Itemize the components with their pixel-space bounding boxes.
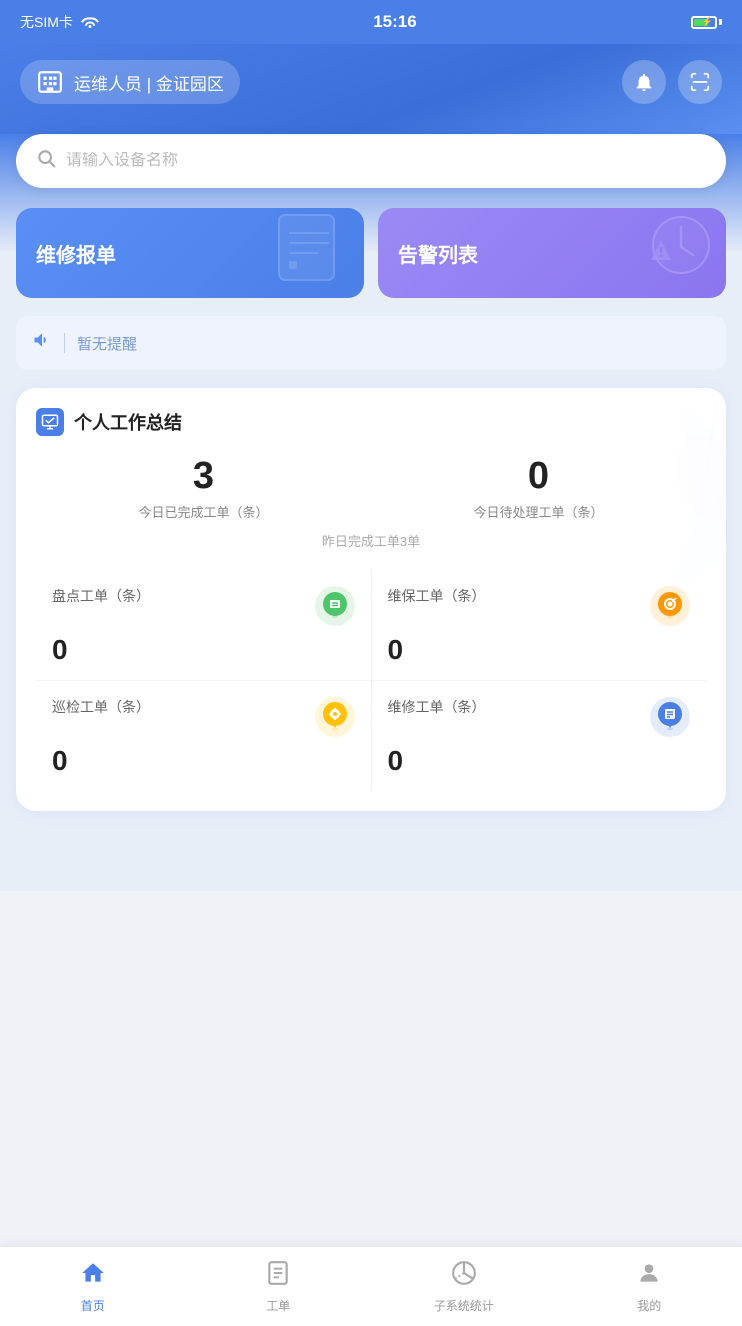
inventory-pin-icon bbox=[315, 586, 355, 626]
repair-illustration bbox=[264, 208, 354, 298]
status-right: ⚡ bbox=[691, 16, 722, 29]
speaker-icon bbox=[32, 330, 52, 356]
inspection-pin-icon bbox=[315, 697, 355, 737]
inventory-label: 盘点工单（条） bbox=[52, 586, 150, 606]
status-time: 15:16 bbox=[373, 12, 416, 32]
monitor-icon bbox=[36, 408, 64, 436]
search-icon bbox=[36, 148, 56, 174]
nav-subsystem[interactable]: 子系统统计 bbox=[371, 1247, 557, 1326]
inspection-count: 0 bbox=[52, 745, 355, 777]
notification-bar: 暂无提醒 bbox=[16, 316, 726, 370]
role-badge: 运维人员 | 金证园区 bbox=[20, 60, 240, 104]
maintenance-header: 维保工单（条） bbox=[388, 586, 691, 626]
inventory-order-item: 盘点工单（条） 0 bbox=[36, 570, 371, 680]
status-left: 无SIM卡 bbox=[20, 12, 99, 32]
building-icon bbox=[36, 68, 64, 96]
main-content: 维修报单 告警列表 bbox=[0, 134, 742, 891]
maintenance-order-item: 维保工单（条） 0 bbox=[372, 570, 707, 680]
nav-subsystem-label: 子系统统计 bbox=[434, 1297, 494, 1314]
nav-mine-label: 我的 bbox=[637, 1297, 661, 1314]
nav-workorder[interactable]: 工单 bbox=[186, 1247, 372, 1326]
battery-icon: ⚡ bbox=[691, 16, 722, 29]
maintenance-label: 维保工单（条） bbox=[388, 586, 486, 606]
completed-today-label: 今日已完成工单（条） bbox=[138, 502, 268, 521]
app-header: 运维人员 | 金证园区 bbox=[0, 44, 742, 134]
inspection-order-item: 巡检工单（条） bbox=[36, 681, 371, 791]
chart-icon bbox=[451, 1260, 477, 1293]
stats-row: 3 今日已完成工单（条） 0 今日待处理工单（条） bbox=[36, 456, 706, 521]
battery-bolt-icon: ⚡ bbox=[702, 17, 713, 28]
search-input[interactable] bbox=[66, 152, 706, 170]
workorder-icon bbox=[265, 1260, 291, 1293]
alert-illustration bbox=[626, 208, 716, 298]
notif-text: 暂无提醒 bbox=[77, 333, 137, 354]
work-summary-title: 个人工作总结 bbox=[74, 409, 182, 435]
repair-order-label: 维修报单 bbox=[36, 239, 116, 268]
card-title: 个人工作总结 bbox=[36, 408, 706, 436]
notification-button[interactable] bbox=[622, 60, 666, 104]
nav-home-label: 首页 bbox=[81, 1297, 105, 1314]
maintenance-count: 0 bbox=[388, 634, 691, 666]
inspection-label: 巡检工单（条） bbox=[52, 697, 150, 717]
carrier-label: 无SIM卡 bbox=[20, 12, 73, 32]
inspection-header: 巡检工单（条） bbox=[52, 697, 355, 737]
completed-today-number: 3 bbox=[138, 456, 268, 498]
home-icon bbox=[80, 1260, 106, 1293]
nav-mine[interactable]: 我的 bbox=[557, 1247, 742, 1326]
maintenance-pin-icon bbox=[650, 586, 690, 626]
pending-today-stat: 0 今日待处理工单（条） bbox=[473, 456, 603, 521]
inventory-header: 盘点工单（条） bbox=[52, 586, 355, 626]
repair-order-card[interactable]: 维修报单 bbox=[16, 208, 364, 298]
alert-list-card[interactable]: 告警列表 bbox=[378, 208, 726, 298]
work-summary-card: 个人工作总结 3 今日已完成工单（条） 0 今日待处理工单（条） 昨日完成工单3… bbox=[16, 388, 726, 811]
repair-label: 维修工单（条） bbox=[388, 697, 486, 717]
yesterday-note: 昨日完成工单3单 bbox=[36, 531, 706, 550]
repair-pin-icon bbox=[650, 697, 690, 737]
person-icon bbox=[636, 1260, 662, 1293]
quick-actions: 维修报单 告警列表 bbox=[16, 208, 726, 298]
work-order-grid: 盘点工单（条） 0 bbox=[36, 570, 706, 791]
role-label: 运维人员 | 金证园区 bbox=[74, 70, 224, 95]
nav-home[interactable]: 首页 bbox=[0, 1247, 186, 1326]
pending-today-label: 今日待处理工单（条） bbox=[473, 502, 603, 521]
repair-order-item: 维修工单（条） 0 bbox=[372, 681, 707, 791]
search-bar[interactable] bbox=[16, 134, 726, 188]
alert-list-label: 告警列表 bbox=[398, 239, 478, 268]
status-bar: 无SIM卡 15:16 ⚡ bbox=[0, 0, 742, 44]
repair-header: 维修工单（条） bbox=[388, 697, 691, 737]
scan-button[interactable] bbox=[678, 60, 722, 104]
inventory-count: 0 bbox=[52, 634, 355, 666]
repair-count: 0 bbox=[388, 745, 691, 777]
completed-today-stat: 3 今日已完成工单（条） bbox=[138, 456, 268, 521]
pending-today-number: 0 bbox=[473, 456, 603, 498]
bottom-navigation: 首页 工单 子系统统计 bbox=[0, 1246, 742, 1326]
notif-divider bbox=[64, 333, 65, 353]
nav-workorder-label: 工单 bbox=[266, 1297, 290, 1314]
wifi-icon bbox=[81, 14, 99, 31]
header-actions bbox=[622, 60, 722, 104]
